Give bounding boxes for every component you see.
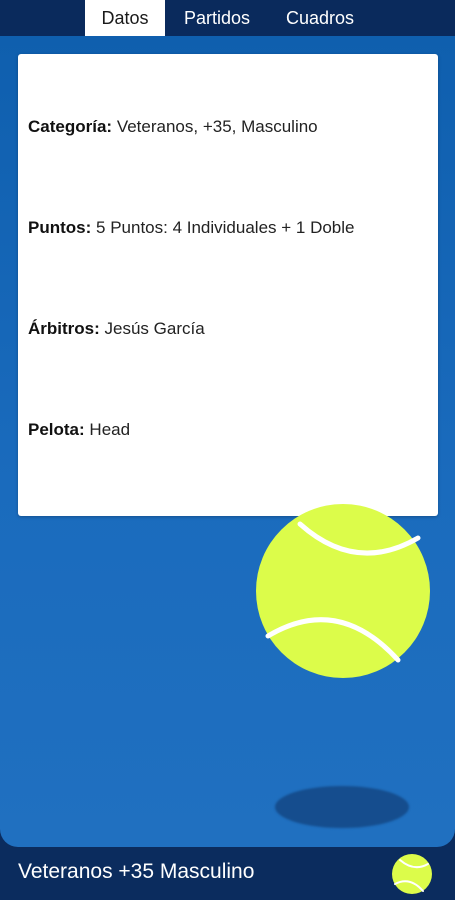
competition-title: Veteranos +35 Masculino	[18, 860, 255, 883]
tab-datos[interactable]: Datos	[85, 0, 165, 36]
arbitros-value: Jesús García	[104, 319, 205, 338]
categoria-value: Veteranos, +35, Masculino	[116, 117, 318, 136]
ball-shadow	[275, 786, 409, 828]
tab-bar: Datos Partidos Cuadros	[0, 0, 455, 36]
puntos-label: Puntos:	[28, 218, 92, 237]
arbitros-label: Árbitros:	[28, 319, 100, 338]
bottom-bar: Veteranos +35 Masculino	[0, 847, 455, 900]
categoria-label: Categoría:	[28, 117, 113, 136]
tennis-ball-icon	[256, 504, 430, 678]
app-screen: Datos Partidos Cuadros Categoría: Vetera…	[0, 0, 455, 900]
pelota-value: Head	[89, 420, 131, 439]
categoria-row: Categoría: Veteranos, +35, Masculino	[28, 117, 318, 137]
tennis-ball-icon[interactable]	[392, 854, 432, 894]
tab-cuadros[interactable]: Cuadros	[274, 0, 366, 36]
arbitros-row: Árbitros: Jesús García	[28, 319, 205, 339]
puntos-row: Puntos: 5 Puntos: 4 Individuales + 1 Dob…	[28, 218, 355, 238]
puntos-value: 5 Puntos: 4 Individuales + 1 Doble	[96, 218, 355, 237]
main-panel: Categoría: Veteranos, +35, Masculino Pun…	[0, 36, 455, 847]
details-card: Categoría: Veteranos, +35, Masculino Pun…	[18, 54, 438, 516]
pelota-label: Pelota:	[28, 420, 85, 439]
pelota-row: Pelota: Head	[28, 420, 130, 440]
tab-partidos[interactable]: Partidos	[170, 0, 264, 36]
